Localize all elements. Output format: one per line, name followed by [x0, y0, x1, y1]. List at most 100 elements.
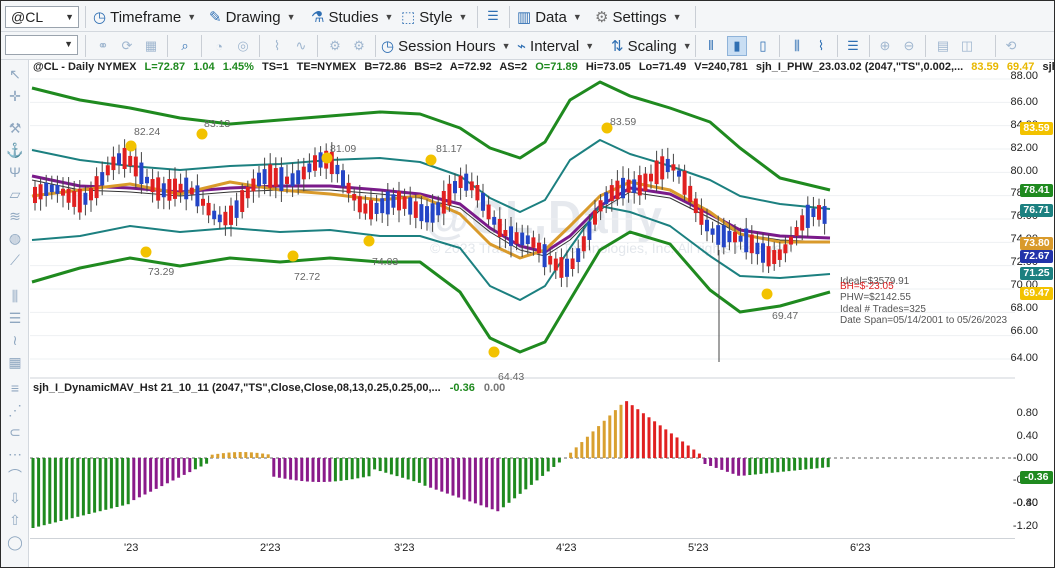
crosshair-icon[interactable]: ✛ — [5, 86, 25, 106]
text-icon[interactable]: ⋯ — [5, 444, 25, 464]
header-high: Hi=73.05 — [585, 61, 631, 73]
down-arrow-icon[interactable]: ⇩ — [5, 488, 25, 508]
style-menu[interactable]: ⬚ Style ▼ — [401, 6, 467, 28]
zoom-icon[interactable]: ⌕ — [175, 36, 195, 56]
candle-body — [240, 190, 245, 213]
volume-bars-icon[interactable]: ⫼ — [787, 36, 807, 56]
histogram-bar — [468, 458, 472, 502]
zoom-out-icon[interactable]: ⊖ — [899, 36, 919, 56]
pivot-label: 81.09 — [330, 143, 357, 155]
histogram-bar — [804, 458, 808, 470]
candle-body — [139, 162, 144, 185]
chevron-down-icon: ▼ — [501, 41, 511, 51]
lines-icon[interactable]: ≡ — [5, 378, 25, 398]
up-arrow-icon[interactable]: ⇧ — [5, 510, 25, 530]
histogram-bar — [798, 458, 802, 470]
candle-body — [761, 243, 765, 263]
chevron-down-icon: ▼ — [672, 12, 682, 22]
histogram-bar — [305, 458, 309, 482]
fib-icon[interactable]: ≋ — [5, 206, 25, 226]
line-on-close-icon[interactable]: ⌇ — [811, 36, 831, 56]
channel-icon[interactable]: ▱ — [5, 184, 25, 204]
histogram-bar — [188, 458, 192, 473]
rays-icon[interactable]: ⋰ — [5, 400, 25, 420]
grid-icon[interactable]: ▦ — [141, 36, 161, 56]
bars-icon[interactable]: ⫼ — [5, 286, 25, 306]
pitchfork-icon[interactable]: Ψ — [5, 162, 25, 182]
refresh-icon[interactable]: ⟳ — [117, 36, 137, 56]
data-label: Data — [535, 8, 567, 26]
candlestick-icon[interactable]: ▮ — [727, 36, 747, 56]
candle-body — [346, 182, 351, 194]
candle-body — [755, 242, 760, 255]
gear-icon[interactable]: ⚙ — [325, 36, 345, 56]
histogram-bar — [126, 458, 130, 505]
interval-icon: ⌁ — [517, 38, 527, 55]
account-select[interactable]: ▼ — [5, 35, 78, 55]
histogram-bar — [507, 458, 511, 503]
candle-body — [313, 155, 317, 171]
session-hours-menu[interactable]: ◷ Session Hours ▼ — [381, 35, 511, 57]
chart-icon[interactable]: ◫ — [957, 36, 977, 56]
candle-body — [49, 184, 54, 193]
link-icon[interactable]: ⚭ — [93, 36, 113, 56]
arc-icon[interactable]: ⌒ — [5, 466, 25, 486]
settings-menu[interactable]: ⚙ Settings ▼ — [595, 6, 682, 28]
magnet-icon[interactable]: ⊂ — [5, 422, 25, 442]
layout-icon[interactable]: ☰ — [843, 36, 863, 56]
price-tag: 83.59 — [1020, 122, 1053, 135]
histogram-bar — [462, 458, 466, 500]
candle-body — [66, 188, 71, 203]
sync-icon[interactable]: ⟲ — [1001, 36, 1021, 56]
histogram-bar — [591, 431, 595, 458]
candle-body — [413, 201, 418, 218]
drawing-menu[interactable]: ✎ Drawing ▼ — [209, 6, 296, 28]
wrench-icon[interactable]: ⚒ — [5, 118, 25, 138]
data-menu[interactable]: ▥ Data ▼ — [517, 6, 582, 28]
chart-type-icon[interactable]: ⌇ — [267, 36, 287, 56]
scaling-icon: ⇅ — [611, 38, 624, 55]
trendline-icon[interactable]: ⟋ — [5, 250, 25, 270]
indicator-icon[interactable]: ∿ — [291, 36, 311, 56]
ellipse-icon[interactable]: ◯ — [5, 532, 25, 552]
grid-icon[interactable]: ▦ — [5, 352, 25, 372]
histogram-bar — [641, 413, 645, 458]
candle-body — [128, 155, 133, 167]
histogram-bar — [815, 458, 819, 469]
layout-icon[interactable]: ☰ — [483, 6, 503, 26]
gann-icon[interactable]: ◍ — [5, 228, 25, 248]
zigzag-icon[interactable]: ≀ — [5, 330, 25, 350]
studies-menu[interactable]: ⚗ Studies ▼ — [311, 6, 393, 28]
chart-header: @CL - Daily NYMEX L=72.87 1.04 1.45% TS=… — [33, 61, 1055, 73]
candle-body — [447, 183, 452, 206]
histogram-bar — [65, 458, 69, 520]
pivot-label: 83.13 — [204, 118, 231, 130]
table-icon[interactable]: ▤ — [933, 36, 953, 56]
interval-menu[interactable]: ⌁ Interval ▼ — [517, 35, 594, 57]
price-axis-label: 66.00 — [1010, 325, 1038, 337]
symbol-input[interactable]: @CL ▼ — [5, 6, 79, 28]
header-bs: BS=2 — [414, 61, 443, 73]
candle-body — [173, 178, 177, 199]
scaling-menu[interactable]: ⇅ Scaling ▼ — [611, 35, 692, 57]
gear-icon[interactable]: ⚙ — [349, 36, 369, 56]
candle-body — [296, 170, 301, 185]
hollow-candle-icon[interactable]: ▯ — [753, 36, 773, 56]
bar-chart-icon[interactable]: ⫴ — [701, 36, 721, 56]
timeframe-menu[interactable]: ◷ Timeframe ▼ — [93, 6, 196, 28]
candle-body — [419, 204, 424, 222]
histogram-bar — [93, 458, 97, 513]
price-axis-label: 88.00 — [1010, 70, 1038, 82]
histogram-bar — [378, 458, 382, 472]
drawing-label: Drawing — [225, 8, 281, 26]
pointer-icon[interactable]: ↖ — [5, 64, 25, 84]
anchor-icon[interactable]: ⚓ — [5, 140, 25, 160]
histogram-bar — [731, 458, 735, 474]
histogram-bar — [737, 458, 741, 476]
histogram-bar — [199, 458, 203, 467]
zoom-in-icon[interactable]: ⊕ — [875, 36, 895, 56]
hlines-icon[interactable]: ☰ — [5, 308, 25, 328]
analytics-icon[interactable]: ◔ — [209, 36, 229, 56]
candle-body — [671, 164, 676, 171]
radar-icon[interactable]: ◎ — [233, 36, 253, 56]
